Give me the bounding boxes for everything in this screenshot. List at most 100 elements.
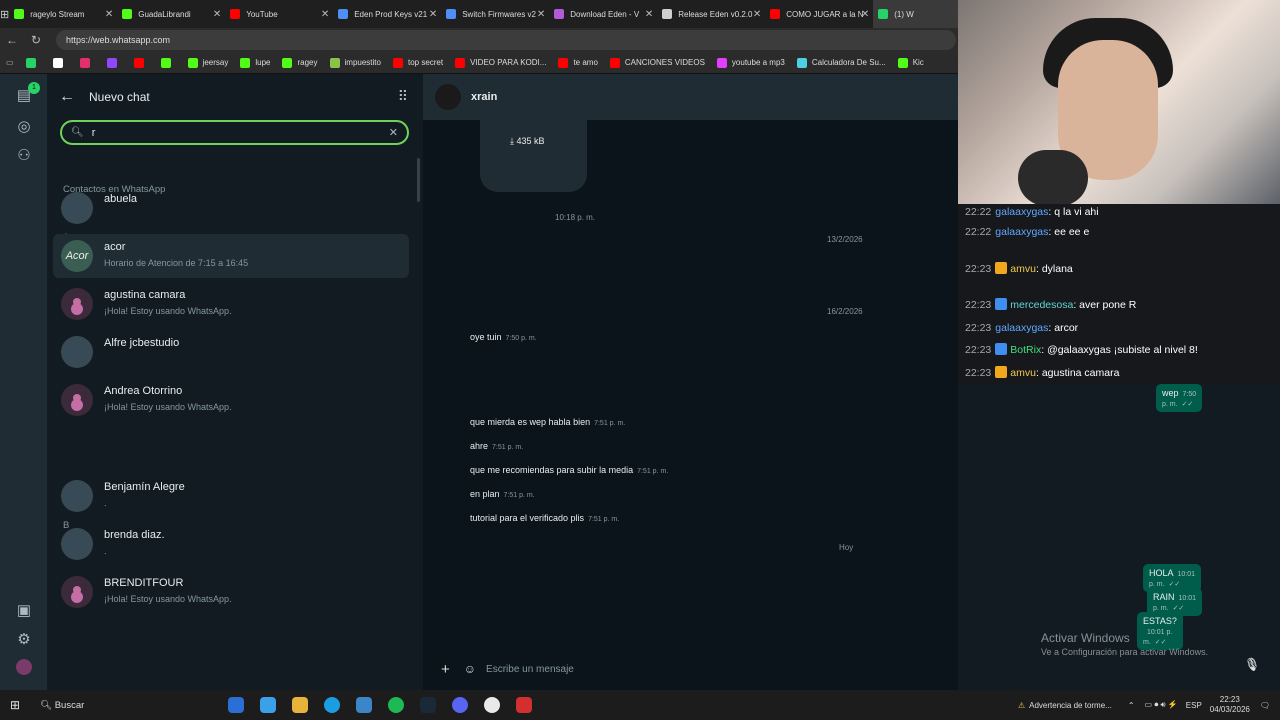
bookmark-item[interactable]	[47, 57, 74, 68]
notification-icon[interactable]: 🗨︎	[1260, 701, 1270, 710]
tab-close-icon[interactable]: ✕	[537, 9, 545, 20]
bookmark-item[interactable]	[74, 57, 101, 68]
file-message[interactable]: ⤓ 435 kB	[480, 120, 587, 192]
voice-message-icon[interactable]: 🎙︎	[1244, 657, 1259, 671]
incoming-message[interactable]: ahre 7:51 p. m.	[470, 441, 523, 451]
tab-close-icon[interactable]: ✕	[213, 9, 221, 20]
bookmark-item[interactable]	[155, 57, 182, 68]
attach-plus-icon[interactable]: +	[441, 661, 450, 678]
bookmark-item[interactable]: impuestito	[324, 57, 387, 68]
browser-tab[interactable]: Eden Prod Keys v21 ✕	[333, 0, 441, 28]
bookmark-item[interactable]: Kic	[892, 57, 930, 68]
settings-icon[interactable]: ⚙	[14, 630, 34, 650]
bookmark-item[interactable]	[101, 57, 128, 68]
bookmark-favicon-icon	[25, 57, 36, 68]
contact-row[interactable]: abuela	[53, 186, 409, 230]
contact-avatar	[61, 480, 93, 512]
github-icon[interactable]	[484, 697, 500, 713]
scrollbar-thumb[interactable]	[417, 158, 420, 202]
steam-icon[interactable]	[420, 697, 436, 713]
task-view-icon[interactable]	[228, 697, 244, 713]
tab-close-icon[interactable]: ✕	[645, 9, 653, 20]
back-icon[interactable]: ←	[0, 33, 24, 47]
bookmark-item[interactable]: CANCIONES VIDEOS	[604, 57, 711, 68]
contact-name: Benjamín Alegre	[104, 481, 185, 493]
tab-menu-icon[interactable]: ⊞	[0, 8, 9, 21]
contact-row[interactable]: Benjamín Alegre.	[53, 474, 409, 518]
reload-icon[interactable]: ↻	[24, 33, 48, 47]
browser-tab[interactable]: YouTube ✕	[225, 0, 333, 28]
date-divider-1: 13/2/2026	[827, 235, 863, 244]
message-text: que mierda es wep habla bien	[470, 417, 591, 427]
incoming-message[interactable]: que mierda es wep habla bien 7:51 p. m.	[470, 417, 625, 427]
incoming-message[interactable]: oye tuin 7:50 p. m.	[470, 332, 537, 342]
bookmark-item[interactable]	[20, 57, 47, 68]
contact-row[interactable]: agustina camara ¡Hola! Estoy usando Whats…	[53, 282, 409, 326]
browser-tab[interactable]: rageylo Stream ✕	[9, 0, 117, 28]
communities-icon[interactable]: ⚇	[14, 146, 34, 166]
browser-tab[interactable]: Switch Firmwares v2 ✕	[441, 0, 549, 28]
bookmark-item[interactable]: top secret	[387, 57, 449, 68]
outgoing-message[interactable]: wep 7:50 p. m. ✓✓	[1156, 384, 1203, 412]
conversation-header[interactable]: xrain	[423, 74, 958, 120]
back-arrow-icon[interactable]: ←	[59, 88, 75, 106]
discord-icon[interactable]	[452, 697, 468, 713]
browser-tab[interactable]: COMO JUGAR a la N ✕	[765, 0, 873, 28]
download-icon[interactable]: ⤓ 435 kB	[510, 136, 545, 147]
incoming-message[interactable]: en plan 7:51 p. m.	[470, 489, 535, 499]
capture-app-icon[interactable]	[516, 697, 532, 713]
bookmark-item[interactable]: ragey	[276, 57, 323, 68]
bookmarks-menu-icon[interactable]: ▭	[0, 58, 20, 67]
profile-avatar-icon[interactable]	[14, 659, 34, 679]
contact-avatar	[61, 192, 93, 224]
media-icon[interactable]: ▣	[14, 601, 34, 621]
copilot-icon[interactable]	[260, 697, 276, 713]
taskbar-search[interactable]: 🔍︎ Buscar	[40, 700, 220, 711]
bookmark-label: lupe	[255, 58, 271, 67]
spotify-icon[interactable]	[388, 697, 404, 713]
weather-alert-icon[interactable]: ⚠	[1018, 701, 1025, 710]
tab-close-icon[interactable]: ✕	[861, 9, 869, 20]
message-input[interactable]: Escribe un mensaje	[486, 664, 574, 675]
sticker-icon[interactable]: ☺	[464, 662, 476, 676]
bookmark-item[interactable]: Calculadora De Su...	[791, 57, 892, 68]
edge-icon[interactable]	[324, 697, 340, 713]
incoming-message[interactable]: que me recomiendas para subir la media 7:…	[470, 465, 668, 475]
browser-tab[interactable]: Release Eden v0.2.0 ✕	[657, 0, 765, 28]
contact-row[interactable]: brenda diaz..	[53, 522, 409, 566]
bookmark-favicon-icon	[392, 57, 403, 68]
bookmark-item[interactable]: jeersay	[182, 57, 235, 68]
bookmark-item[interactable]: youtube a mp3	[711, 57, 791, 68]
contact-search-input[interactable]: 🔍︎ r ✕	[60, 120, 409, 145]
message-text: que me recomiendas para subir la media	[470, 465, 634, 475]
weather-alert[interactable]: Advertencia de torme...	[1029, 701, 1112, 710]
contact-row[interactable]: Acor acor Horario de Atencion de 7:15 a 16…	[53, 234, 409, 278]
url-field[interactable]: https://web.whatsapp.com	[56, 30, 956, 50]
contact-name: BRENDITFOUR	[104, 577, 184, 589]
contact-row[interactable]: Andrea Otorrino ¡Hola! Estoy usando Whats…	[53, 378, 409, 422]
tray-icons[interactable]: ▭ ⏺ 🔊︎ ⚡	[1145, 700, 1178, 710]
dialpad-icon[interactable]: ⠿	[398, 88, 408, 105]
bookmark-item[interactable]: te amo	[552, 57, 603, 68]
tab-close-icon[interactable]: ✕	[753, 9, 761, 20]
tray-chevron-icon[interactable]: ⌃	[1128, 701, 1135, 710]
tab-close-icon[interactable]: ✕	[321, 9, 329, 20]
browser-tab[interactable]: Download Eden - V ✕	[549, 0, 657, 28]
start-icon[interactable]: ⊞	[10, 698, 24, 712]
contact-row[interactable]: Alfre jcbestudio	[53, 330, 409, 374]
contact-row[interactable]: BRENDITFOUR ¡Hola! Estoy usando WhatsApp.	[53, 570, 409, 614]
tab-close-icon[interactable]: ✕	[429, 9, 437, 20]
bookmark-item[interactable]: VIDEO PARA KODI...	[449, 57, 552, 68]
file-explorer-icon[interactable]	[292, 697, 308, 713]
clear-search-icon[interactable]: ✕	[389, 126, 398, 139]
contact-avatar	[61, 336, 93, 368]
browser-tab[interactable]: GuadaLibrandi ✕	[117, 0, 225, 28]
clock[interactable]: 22:23 04/03/2026	[1210, 695, 1250, 715]
language[interactable]: ESP	[1186, 701, 1202, 710]
app-icon[interactable]	[356, 697, 372, 713]
status-icon[interactable]: ◎	[14, 117, 34, 137]
bookmark-item[interactable]	[128, 57, 155, 68]
incoming-message[interactable]: tutorial para el verificado plis 7:51 p. …	[470, 513, 619, 523]
tab-close-icon[interactable]: ✕	[105, 9, 113, 20]
bookmark-item[interactable]: lupe	[234, 57, 276, 68]
